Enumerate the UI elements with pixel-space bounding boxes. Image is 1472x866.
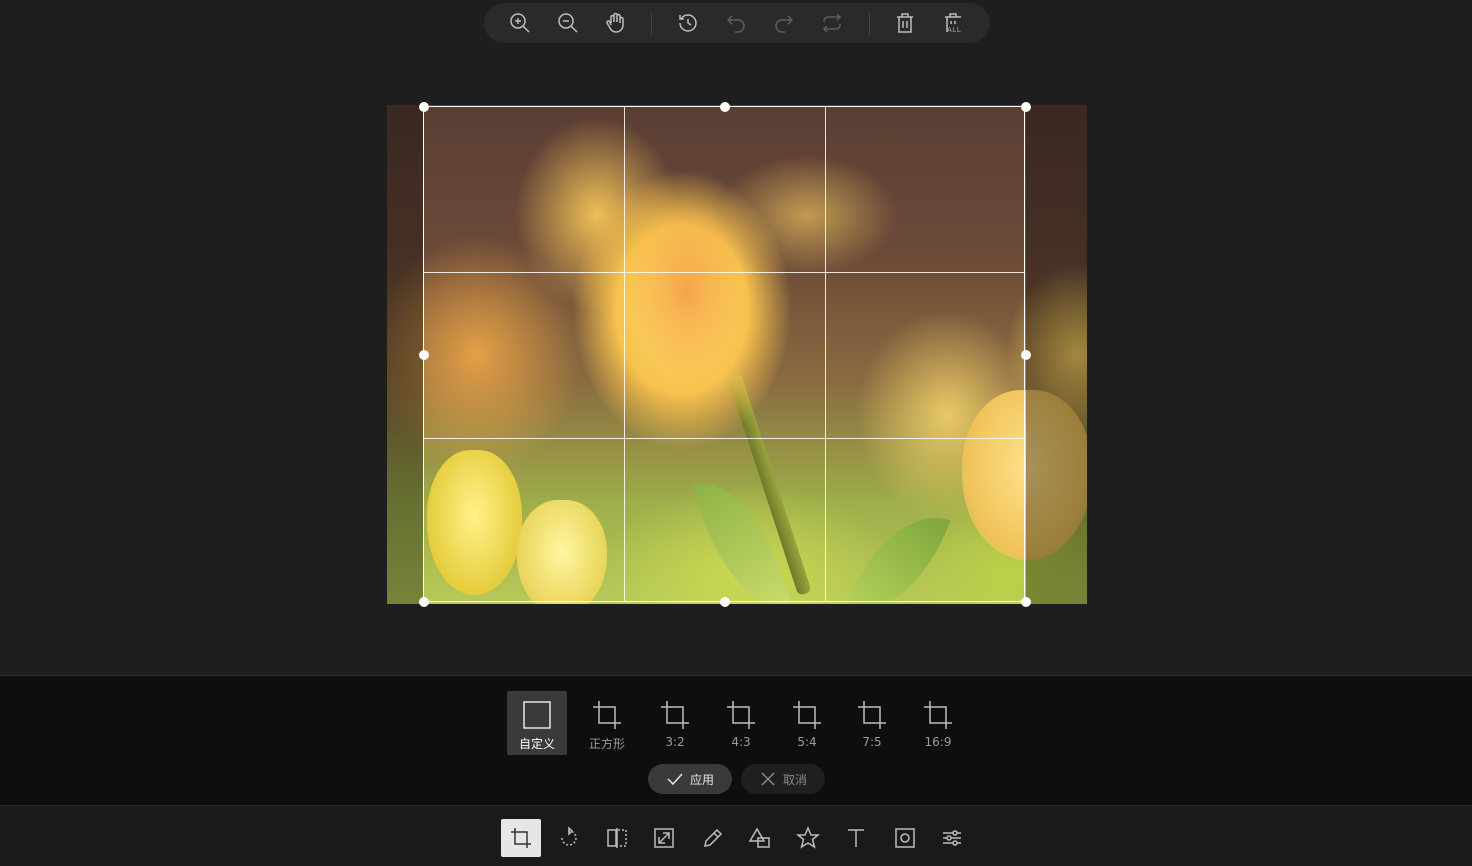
- crop-preset-label: 5:4: [797, 735, 817, 749]
- crop-preset-label: 7:5: [862, 735, 882, 749]
- crop-preset-3-2[interactable]: 3:2: [645, 691, 705, 755]
- star-icon[interactable]: [788, 819, 828, 857]
- crop-handle-top-right[interactable]: [1021, 102, 1031, 112]
- shape-icon[interactable]: [740, 819, 780, 857]
- toolbar-divider: [869, 13, 870, 35]
- crop-preset-label: 4:3: [731, 735, 751, 749]
- delete-icon[interactable]: [891, 9, 919, 37]
- draw-icon[interactable]: [693, 819, 733, 857]
- custom-ratio-icon: [523, 701, 551, 729]
- history-icon[interactable]: [674, 9, 702, 37]
- crop-grid-line: [424, 438, 1024, 439]
- close-icon: [761, 772, 775, 786]
- hand-pan-icon[interactable]: [602, 9, 630, 37]
- crop-outside-shade: [1026, 105, 1087, 604]
- crop-preset-custom[interactable]: 自定义: [507, 691, 567, 755]
- crop-preset-7-5[interactable]: 7:5: [842, 691, 902, 755]
- check-icon: [667, 773, 683, 786]
- resize-icon[interactable]: [644, 819, 684, 857]
- crop-handle-bottom-left[interactable]: [419, 597, 429, 607]
- crop-icon: [924, 701, 952, 729]
- crop-grid-line: [825, 107, 826, 601]
- crop-icon: [858, 701, 886, 729]
- crop-preset-label: 16:9: [924, 735, 952, 749]
- apply-label: 应用: [689, 772, 714, 787]
- undo-icon[interactable]: [722, 9, 750, 37]
- crop-preset-4-3[interactable]: 4:3: [711, 691, 771, 755]
- zoom-out-icon[interactable]: [554, 9, 582, 37]
- filter-icon[interactable]: [932, 819, 972, 857]
- crop-grid-line: [624, 107, 625, 601]
- crop-handle-top-left[interactable]: [419, 102, 429, 112]
- mask-icon[interactable]: [885, 819, 925, 857]
- toolbar-divider: [651, 13, 652, 35]
- crop-preset-label: 3:2: [665, 735, 685, 749]
- flip-icon[interactable]: [597, 819, 637, 857]
- crop-handle-right[interactable]: [1021, 350, 1031, 360]
- crop-preset-label: 正方形: [588, 737, 625, 751]
- crop-handle-bottom[interactable]: [720, 597, 730, 607]
- apply-button[interactable]: 应用: [648, 764, 732, 794]
- crop-handle-left[interactable]: [419, 350, 429, 360]
- zoom-in-icon[interactable]: [506, 9, 534, 37]
- crop-frame[interactable]: [419, 102, 1031, 607]
- crop-outside-shade: [387, 105, 423, 604]
- rotate-icon[interactable]: [549, 819, 589, 857]
- delete-all-label: ALL: [947, 26, 962, 34]
- crop-icon: [661, 701, 689, 729]
- top-toolbar: ALL: [484, 3, 990, 43]
- delete-all-icon[interactable]: ALL: [939, 9, 967, 37]
- crop-icon: [793, 701, 821, 729]
- crop-handle-bottom-right[interactable]: [1021, 597, 1031, 607]
- crop-preset-5-4[interactable]: 5:4: [777, 691, 837, 755]
- crop-preset-square[interactable]: 正方形: [577, 691, 637, 755]
- crop-icon: [727, 701, 755, 729]
- text-icon[interactable]: [836, 819, 876, 857]
- crop-handle-top[interactable]: [720, 102, 730, 112]
- crop-preset-label: 自定义: [518, 737, 555, 751]
- crop-grid-line: [424, 272, 1024, 273]
- redo-icon[interactable]: [770, 9, 798, 37]
- crop-tool-icon[interactable]: [501, 819, 541, 857]
- crop-preset-16-9[interactable]: 16:9: [908, 691, 968, 755]
- main-toolbar: [0, 805, 1472, 866]
- cancel-button[interactable]: 取消: [741, 764, 825, 794]
- crop-icon: [593, 701, 621, 729]
- reset-icon[interactable]: [818, 9, 846, 37]
- crop-options-panel: 自定义 正方形 3:2 4:3 5:4 7:5 16:9 应用 取消: [0, 675, 1472, 805]
- cancel-label: 取消: [782, 772, 807, 787]
